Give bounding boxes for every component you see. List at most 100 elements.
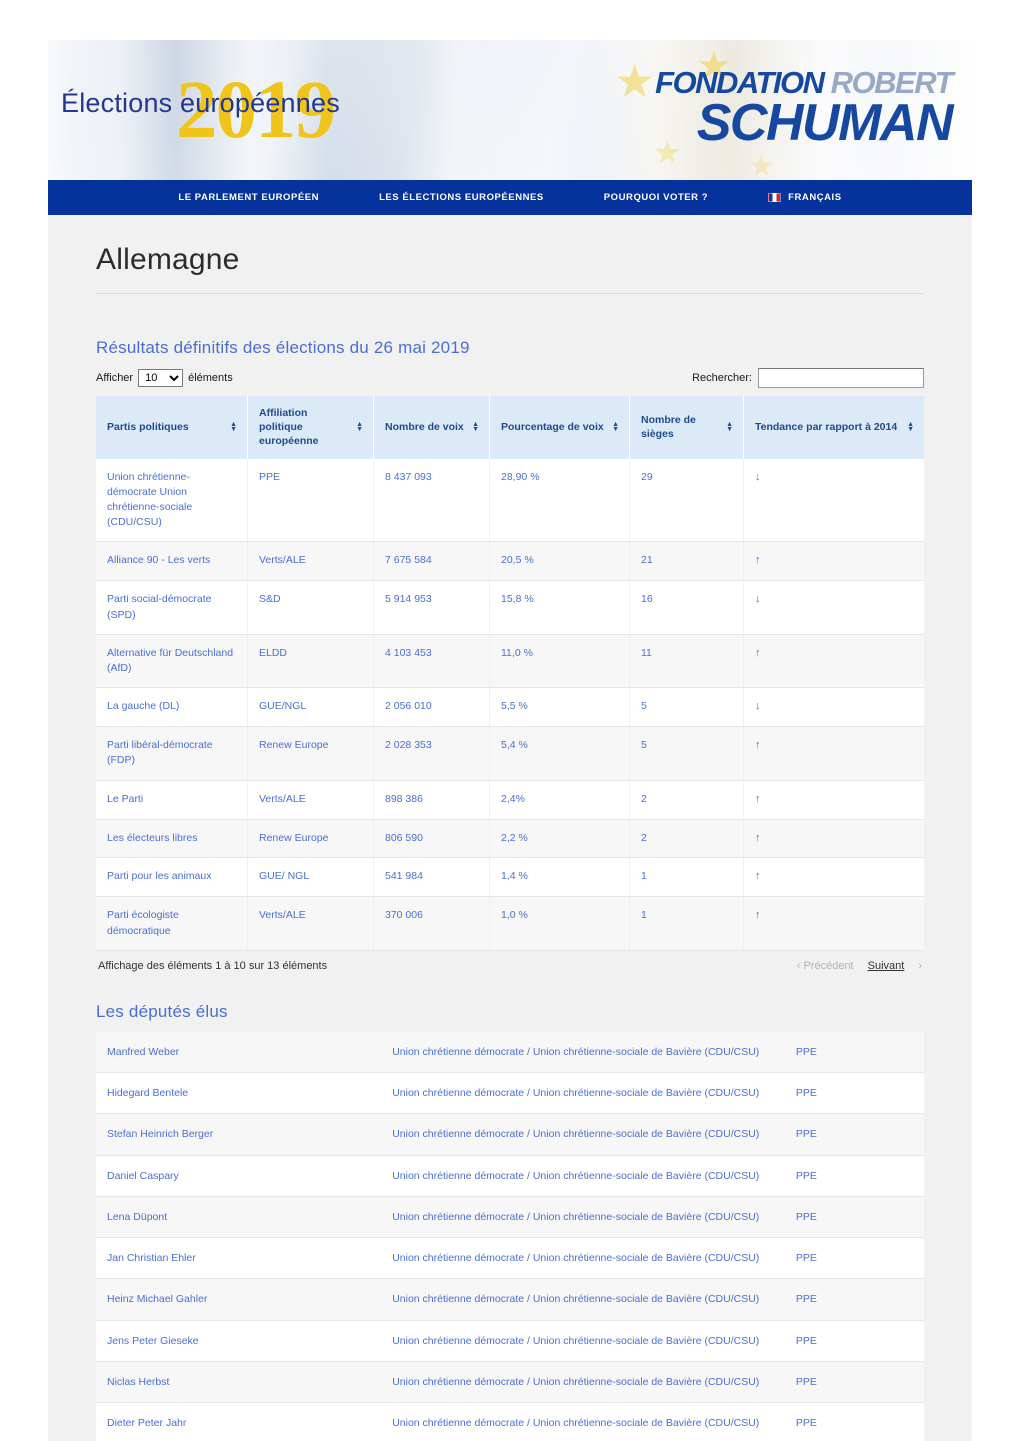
deputy-party: Union chrétienne démocrate / Union chrét… bbox=[381, 1402, 785, 1441]
deputy-group: PPE bbox=[784, 1196, 924, 1239]
cell-trend: ↑ bbox=[743, 819, 924, 859]
results-section: Résultats définitifs des élections du 26… bbox=[96, 338, 924, 1441]
col-header-tendance[interactable]: Tendance par rapport à 2014 ▲ ▼ bbox=[743, 396, 924, 459]
cell-party: Parti écologiste démocratique bbox=[96, 896, 248, 951]
cell-trend: ↑ bbox=[743, 541, 924, 582]
deputy-party: Union chrétienne démocrate / Union chrét… bbox=[381, 1072, 785, 1115]
cell-party: Parti social-démocrate (SPD) bbox=[96, 580, 248, 635]
cell-party: La gauche (DL) bbox=[96, 687, 248, 728]
cell-votes: 2 028 353 bbox=[373, 726, 490, 781]
cell-seats: 2 bbox=[629, 819, 744, 859]
cell-group: Renew Europe bbox=[247, 819, 374, 859]
cell-trend: ↓ bbox=[743, 687, 924, 728]
cell-seats: 21 bbox=[629, 541, 744, 582]
cell-percent: 5,5 % bbox=[489, 687, 630, 728]
search-label: Rechercher: bbox=[692, 372, 752, 384]
deputy-group: PPE bbox=[784, 1278, 924, 1321]
cell-group: Renew Europe bbox=[247, 726, 374, 781]
deputy-party: Union chrétienne démocrate / Union chrét… bbox=[381, 1237, 785, 1280]
search-input[interactable] bbox=[758, 368, 924, 388]
table-row: Alternative für Deutschland (AfD) ELDD 4… bbox=[96, 634, 924, 689]
cell-seats: 1 bbox=[629, 896, 744, 951]
cell-percent: 20,5 % bbox=[489, 541, 630, 582]
cell-votes: 370 006 bbox=[373, 896, 490, 951]
sort-arrows-icon: ▲ ▼ bbox=[230, 421, 237, 434]
deputy-party: Union chrétienne démocrate / Union chrét… bbox=[381, 1320, 785, 1362]
cell-votes: 2 056 010 bbox=[373, 687, 490, 728]
chevron-right-icon[interactable]: › bbox=[918, 960, 922, 972]
cell-percent: 1,0 % bbox=[489, 896, 630, 951]
deputy-group: PPE bbox=[784, 1072, 924, 1115]
list-item: Manfred Weber Union chrétienne démocrate… bbox=[96, 1031, 924, 1074]
results-table-head: Partis politiques ▲ ▼ Affiliation politiqu… bbox=[96, 396, 924, 459]
col-header-partis-politiques[interactable]: Partis politiques ▲ ▼ bbox=[96, 396, 248, 459]
deputy-party: Union chrétienne démocrate / Union chrét… bbox=[381, 1031, 785, 1074]
results-table: Partis politiques ▲ ▼ Affiliation politiqu… bbox=[96, 396, 924, 951]
deputy-name: Jan Christian Ehler bbox=[96, 1237, 382, 1280]
search-control: Rechercher: bbox=[692, 368, 924, 388]
list-item: Lena Düpont Union chrétienne démocrate /… bbox=[96, 1196, 924, 1239]
cell-seats: 2 bbox=[629, 780, 744, 820]
col-header-nombre-de-sieges[interactable]: Nombre de sièges ▲ ▼ bbox=[629, 396, 744, 459]
cell-votes: 5 914 953 bbox=[373, 580, 490, 635]
deputy-group: PPE bbox=[784, 1155, 924, 1197]
chevron-left-icon: ‹ bbox=[796, 959, 801, 972]
cell-percent: 11,0 % bbox=[489, 634, 630, 689]
nav-item-pourquoi-voter[interactable]: POURQUOI VOTER ? bbox=[574, 192, 738, 203]
cell-party: Les électeurs libres bbox=[96, 819, 248, 859]
pagination-previous-button[interactable]: ‹ Précédent bbox=[797, 960, 854, 972]
cell-party: Parti pour les animaux bbox=[96, 857, 248, 898]
list-item: Jens Peter Gieseke Union chrétienne démo… bbox=[96, 1320, 924, 1362]
cell-trend: ↑ bbox=[743, 780, 924, 820]
page-length-select[interactable]: 10 25 50 100 bbox=[138, 369, 184, 387]
cell-votes: 806 590 bbox=[373, 819, 490, 859]
list-item: Jan Christian Ehler Union chrétienne dém… bbox=[96, 1237, 924, 1280]
table-row: La gauche (DL) GUE/NGL 2 056 010 5,5 % 5… bbox=[96, 687, 924, 728]
nav-item-elections[interactable]: LES ÉLECTIONS EUROPÉENNES bbox=[349, 192, 574, 203]
deputy-party: Union chrétienne démocrate / Union chrét… bbox=[381, 1196, 785, 1239]
fondation-robert-schuman-logo[interactable]: FONDATION ROBERT SCHUMAN bbox=[655, 67, 953, 149]
col-header-label: Affiliation politique européenne bbox=[259, 407, 319, 448]
cell-seats: 11 bbox=[629, 634, 744, 689]
col-header-label: Tendance par rapport à 2014 bbox=[755, 421, 898, 434]
table-row: Parti écologiste démocratique Verts/ALE … bbox=[96, 896, 924, 951]
nav-label: POURQUOI VOTER ? bbox=[603, 192, 709, 203]
results-section-title: Résultats définitifs des élections du 26… bbox=[96, 338, 470, 357]
cell-percent: 5,4 % bbox=[489, 726, 630, 781]
deputy-name: Manfred Weber bbox=[96, 1031, 382, 1074]
deputy-name: Jens Peter Gieseke bbox=[96, 1320, 382, 1362]
cell-trend: ↑ bbox=[743, 634, 924, 689]
cell-seats: 16 bbox=[629, 580, 744, 635]
cell-percent: 1,4 % bbox=[489, 857, 630, 898]
cell-party: Alliance 90 - Les verts bbox=[96, 541, 248, 582]
pagination-next-button[interactable]: Suivant bbox=[868, 960, 905, 972]
col-header-label: Nombre de sièges bbox=[641, 414, 696, 441]
page-title: Allemagne bbox=[96, 243, 240, 276]
col-header-pourcentage-de-voix[interactable]: Pourcentage de voix ▲ ▼ bbox=[489, 396, 630, 459]
col-header-nombre-de-voix[interactable]: Nombre de voix ▲ ▼ bbox=[373, 396, 490, 459]
col-header-affiliation[interactable]: Affiliation politique européenne ▲ ▼ bbox=[247, 396, 374, 459]
nav-item-language-francais[interactable]: FRANÇAIS bbox=[738, 192, 871, 203]
sort-arrows-icon: ▲ ▼ bbox=[356, 421, 363, 434]
table-row: Parti social-démocrate (SPD) S&D 5 914 9… bbox=[96, 580, 924, 635]
col-header-label: Nombre de voix bbox=[385, 421, 464, 434]
cell-party: Parti libéral-démocrate (FDP) bbox=[96, 726, 248, 781]
sort-arrows-icon: ▲ ▼ bbox=[612, 421, 619, 434]
site-shell: ★ ★ ★ ★ 2019 Élections européennes FONDA… bbox=[48, 40, 972, 1441]
cell-seats: 5 bbox=[629, 726, 744, 781]
cell-votes: 8 437 093 bbox=[373, 458, 490, 543]
list-item: Daniel Caspary Union chrétienne démocrat… bbox=[96, 1155, 924, 1197]
cell-seats: 1 bbox=[629, 857, 744, 898]
cell-group: Verts/ALE bbox=[247, 896, 374, 951]
page-length-suffix-label: éléments bbox=[188, 372, 233, 384]
results-header-row: Partis politiques ▲ ▼ Affiliation politiqu… bbox=[96, 396, 924, 459]
table-row: Les électeurs libres Renew Europe 806 59… bbox=[96, 819, 924, 859]
nav-item-parlement[interactable]: LE PARLEMENT EUROPÉEN bbox=[148, 192, 349, 203]
pagination: ‹ Précédent Suivant › bbox=[797, 960, 922, 972]
site-banner: ★ ★ ★ ★ 2019 Élections européennes FONDA… bbox=[48, 40, 972, 180]
cell-trend: ↑ bbox=[743, 857, 924, 898]
cell-group: GUE/NGL bbox=[247, 687, 374, 728]
deputy-name: Daniel Caspary bbox=[96, 1155, 382, 1197]
deputy-name: Hidegard Bentele bbox=[96, 1072, 382, 1115]
deputy-group: PPE bbox=[784, 1237, 924, 1280]
